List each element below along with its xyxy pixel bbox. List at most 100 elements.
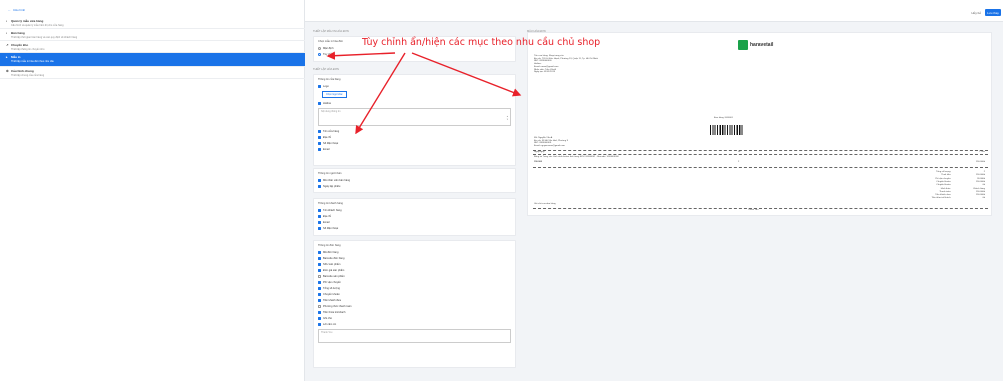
product-price: 150.000	[534, 161, 542, 163]
cart-icon: ▪	[6, 30, 8, 35]
total-label: Hình thức:	[940, 187, 951, 190]
checkbox[interactable]	[318, 280, 321, 284]
option-label: Tiền khách đưa	[323, 298, 341, 302]
checkbox[interactable]	[318, 101, 321, 105]
checkbox[interactable]	[318, 214, 321, 218]
save-button[interactable]: Lưu thay	[985, 9, 1001, 16]
order-barcode	[710, 125, 744, 135]
radio-default[interactable]	[318, 46, 321, 50]
textbox-placeholder: Nội dung thông tin	[321, 110, 341, 113]
checkbox[interactable]	[318, 141, 321, 145]
checkbox[interactable]	[318, 310, 321, 314]
annotation-text: Tùy chỉnh ẩn/hiện các mục theo nhu cầu c…	[362, 37, 601, 48]
group-title: Thông tin người bán	[318, 172, 342, 175]
customer-items-list: Tên khách hàng Địa chỉ Email Số điện thoại	[318, 207, 511, 231]
action-bar: Hủy bỏ Lưu thay	[305, 0, 1003, 22]
sidebar-item-store-templates[interactable]: ▪ Quản lý mẫu cửa hàng Cấu hình và quản l…	[0, 17, 305, 29]
store-line: Ngày tạo: 01/01/2019	[534, 71, 555, 74]
sidebar-item-desc: Thiết lập thời gian bán hàng và các quy …	[11, 36, 78, 39]
option-label: Số điện thoại	[323, 141, 339, 145]
checkbox[interactable]	[318, 262, 321, 266]
checkbox[interactable]	[318, 316, 321, 320]
total-label: Thanh toán:	[939, 190, 951, 193]
group-title: Thông tin khách hàng	[318, 202, 343, 205]
total-value: 0đ	[982, 197, 985, 200]
total-label: Thuế tiền:	[941, 174, 951, 177]
product-note: Bông tai Trang sức hình cánh bướm thời t…	[534, 156, 619, 158]
sidebar-item-sales[interactable]: ▪ Bán hàng Thiết lập thời gian bán hàng v…	[0, 29, 305, 41]
checkbox[interactable]	[318, 184, 321, 188]
hotline-option[interactable]: Hotline	[318, 100, 511, 106]
total-label: Tiền khách đưa:	[935, 194, 951, 197]
checkbox[interactable]	[318, 256, 321, 260]
option-label: Địa chỉ	[323, 135, 331, 139]
option-label: Phí vận chuyển	[323, 280, 341, 284]
option-row[interactable]: Số điện thoại	[318, 225, 511, 231]
template-option-custom[interactable]: Tùy chỉnh	[318, 51, 511, 57]
option-label: Tên cửa hàng	[323, 129, 340, 133]
sidebar-item-label: Mẫu in	[11, 55, 21, 59]
checkbox[interactable]	[318, 147, 321, 151]
arrow-left-icon: ←	[8, 8, 11, 12]
checkbox[interactable]	[318, 292, 321, 296]
order-note-label: Ghi chú của đơn hàng	[534, 203, 556, 205]
checkbox[interactable]	[318, 274, 321, 278]
invoice-preview: haravetail Tên cửa hàng: Shop trang sức …	[527, 32, 992, 216]
checkbox[interactable]	[318, 250, 321, 254]
option-row[interactable]: Ngày lập phiếu	[318, 183, 511, 189]
sidebar-item-desc: Thiết lập chung của cửa hàng	[11, 74, 45, 77]
option-label: Địa chỉ	[323, 214, 331, 218]
checkbox[interactable]	[318, 298, 321, 302]
divider	[533, 167, 988, 168]
checkbox[interactable]	[318, 304, 321, 308]
option-row[interactable]: Email	[318, 146, 511, 152]
checkbox[interactable]	[318, 226, 321, 230]
truck-icon: ↗	[6, 42, 9, 47]
option-label: Tên khách hàng	[323, 208, 342, 212]
store-info-card: Thông tin cửa hàng Logo Chọn logo khác H…	[313, 74, 516, 166]
option-label: Mã nhân viên bán hàng	[323, 178, 351, 182]
option-label: Barcode đơn hàng	[323, 256, 345, 260]
option-label: Mã đơn hàng	[323, 250, 339, 254]
checkbox[interactable]	[318, 129, 321, 133]
checkbox[interactable]	[318, 220, 321, 224]
divider	[533, 208, 988, 209]
checkbox[interactable]	[318, 135, 321, 139]
total-label: Chuyển khoản:	[936, 180, 951, 183]
logo-option[interactable]: Logo	[318, 83, 511, 89]
total-value: 150.000đ	[975, 194, 985, 197]
checkbox[interactable]	[318, 178, 321, 182]
checkbox[interactable]	[318, 268, 321, 272]
section-label-template: Thiết lập mẫu in hóa đơn	[313, 30, 349, 33]
cancel-button[interactable]: Hủy bỏ	[971, 11, 981, 15]
total-value: 150.000đ	[975, 180, 985, 183]
thanks-textbox[interactable]: Thank You	[318, 329, 511, 343]
sidebar-item-label: Cấu hình chung	[11, 69, 34, 73]
hotline-textbox[interactable]: Nội dung thông tin ▴ ▾	[318, 108, 511, 126]
option-label: Phương thức thanh toán	[323, 304, 352, 308]
sidebar-item-label: Quản lý mẫu cửa hàng	[11, 19, 44, 23]
radio-custom[interactable]	[318, 52, 321, 56]
customer-info-card: Thông tin khách hàng Tên khách hàng Địa c…	[313, 198, 516, 236]
group-title: Thông tin cửa hàng	[318, 78, 341, 81]
store-info-block: Tên cửa hàng: Shop trang sức Địa chỉ: 72…	[534, 55, 598, 74]
checkbox[interactable]	[318, 322, 321, 326]
total-value: 30.000đ	[977, 177, 985, 180]
resize-arrows-icon: ▴ ▾	[506, 115, 508, 121]
checkbox[interactable]	[318, 84, 321, 88]
sidebar-item-transfer[interactable]: ↗ Chuyển kho Thiết lập thông tin chuyển k…	[0, 41, 305, 53]
seller-items-list: Mã nhân viên bán hàng Ngày lập phiếu	[318, 177, 511, 189]
sidebar-item-print-templates[interactable]: ▸ Mẫu in Thiết lập mẫu in hóa đơn theo nh…	[0, 53, 305, 67]
total-value: 0đ	[982, 184, 985, 187]
back-link[interactable]: ← Cấu hình	[8, 8, 25, 12]
hotline-label: Hotline	[323, 101, 332, 105]
checkbox[interactable]	[318, 208, 321, 212]
checkbox[interactable]	[318, 286, 321, 290]
option-label: Email	[323, 220, 330, 224]
option-row[interactable]: Lời cảm ơn	[318, 321, 511, 327]
group-title: Thông tin đơn hàng	[318, 244, 341, 247]
change-logo-button[interactable]: Chọn logo khác	[322, 91, 347, 98]
customer-line: Email: nguyenvana@gmail.com	[534, 145, 565, 148]
sidebar-item-general[interactable]: ⚙ Cấu hình chung Thiết lập chung của cửa …	[0, 67, 305, 79]
gear-icon: ⚙	[6, 68, 9, 73]
